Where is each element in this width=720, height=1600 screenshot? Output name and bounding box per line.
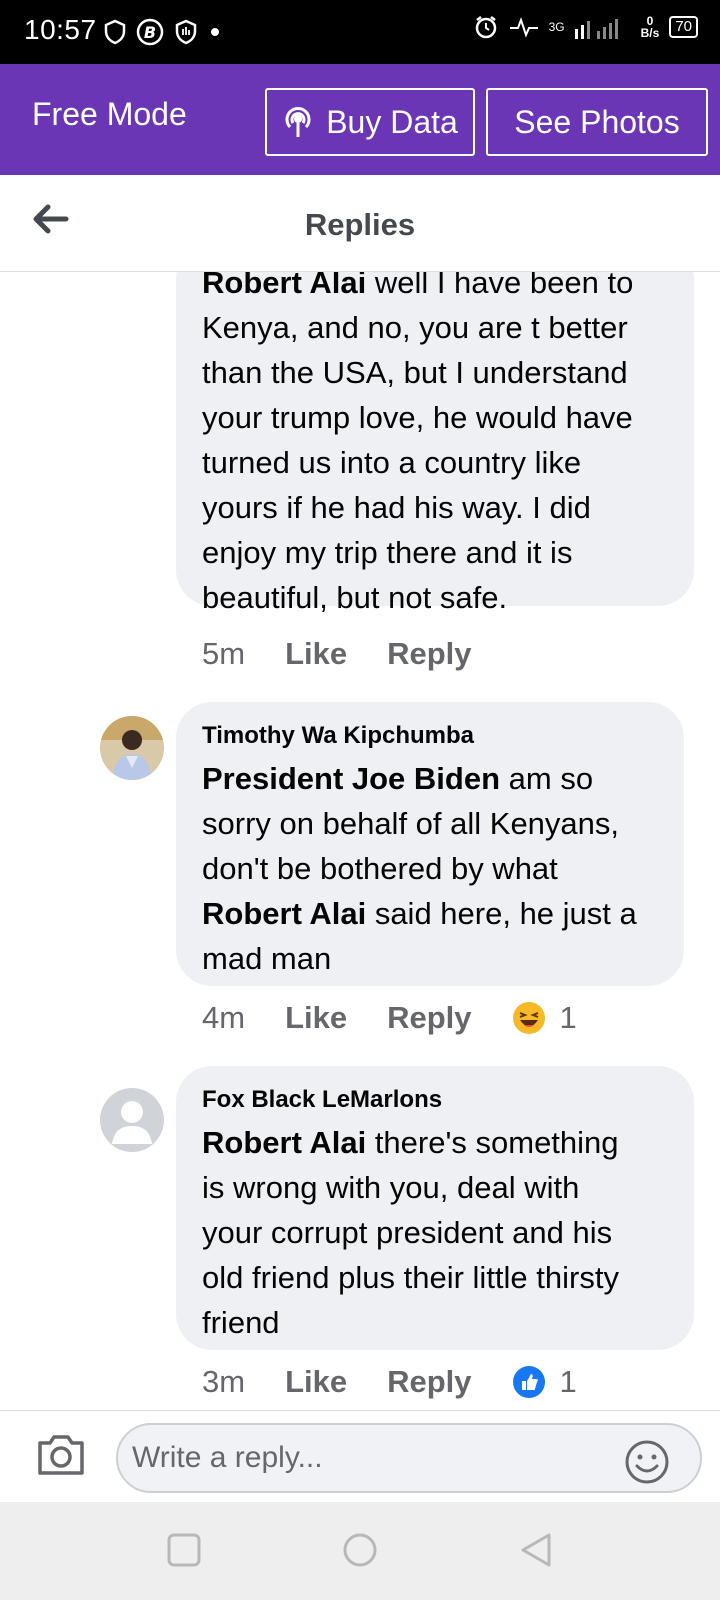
- comment-time: 3m: [202, 1364, 246, 1399]
- mention-link[interactable]: Robert Alai: [202, 1125, 366, 1160]
- comment-text: Robert Alai there's something is wrong w…: [202, 1125, 619, 1340]
- camera-icon[interactable]: [36, 1431, 86, 1477]
- comment-actions: 4m Like Reply 1: [202, 1000, 577, 1036]
- comment-bubble[interactable]: Fox Black LeMarlons Robert Alai there's …: [176, 1066, 694, 1350]
- reply-composer: Write a reply...: [0, 1410, 720, 1502]
- avatar[interactable]: [100, 1088, 164, 1152]
- like-button[interactable]: Like: [285, 1364, 347, 1400]
- see-photos-button[interactable]: See Photos: [486, 88, 708, 156]
- reaction-count: 1: [559, 1364, 577, 1399]
- comment-text: Robert Alai well I have been to Kenya, a…: [202, 272, 668, 620]
- comment-author[interactable]: Fox Black LeMarlons: [202, 1086, 668, 1114]
- like-button[interactable]: Like: [285, 636, 347, 672]
- network-type: 3G: [548, 20, 565, 34]
- status-time: 10:57: [24, 14, 97, 45]
- dot-icon: [211, 28, 219, 36]
- buy-data-label: Buy Data: [326, 103, 458, 140]
- buy-data-button[interactable]: Buy Data: [265, 88, 475, 156]
- like-reaction-icon: [512, 1366, 545, 1398]
- avatar[interactable]: [100, 716, 164, 780]
- signal-icon: [574, 19, 618, 39]
- comment-time: 5m: [202, 636, 246, 671]
- network-speed: 0 B/s: [641, 15, 660, 39]
- recent-apps-icon[interactable]: [166, 1532, 202, 1568]
- alarm-icon: [475, 16, 496, 39]
- mention-link[interactable]: President Joe Biden: [202, 761, 500, 796]
- comment-actions: 3m Like Reply 1: [202, 1364, 577, 1400]
- security-shield-icon: [175, 19, 197, 45]
- default-avatar-icon: [100, 1088, 164, 1152]
- status-system-icons: 3G 0 B/s 70: [473, 14, 698, 40]
- reaction-count: 1: [559, 1000, 577, 1035]
- status-notification-icons: B: [104, 18, 222, 46]
- free-mode-title: Free Mode: [32, 96, 187, 132]
- mention-link[interactable]: Robert Alai: [202, 272, 366, 300]
- page-title: Replies: [304, 207, 416, 242]
- broadcast-icon: [285, 107, 311, 137]
- comment-actions: 5m Like Reply: [202, 636, 512, 672]
- battery-indicator: 70: [669, 16, 698, 38]
- b-circle-icon: B: [136, 18, 164, 46]
- like-button[interactable]: Like: [285, 1000, 347, 1036]
- shield-icon: [104, 19, 126, 45]
- reply-button[interactable]: Reply: [387, 636, 471, 672]
- comment-text: President Joe Biden am so sorry on behal…: [202, 761, 637, 976]
- free-mode-bar: Free Mode Buy Data See Photos: [0, 64, 720, 175]
- reply-input[interactable]: Write a reply...: [116, 1423, 702, 1493]
- reaction-summary[interactable]: 1: [512, 1364, 577, 1400]
- svg-text:B: B: [144, 23, 156, 42]
- see-photos-label: See Photos: [514, 103, 680, 140]
- status-bar: 10:57 B 3G 0 B/s 70: [0, 0, 720, 64]
- haha-emoji-icon: [512, 1002, 545, 1034]
- back-icon[interactable]: [518, 1532, 554, 1568]
- mention-link[interactable]: Robert Alai: [202, 896, 366, 931]
- reply-button[interactable]: Reply: [387, 1364, 471, 1400]
- comment-bubble[interactable]: Timothy Wa Kipchumba President Joe Biden…: [176, 702, 684, 986]
- comment-author[interactable]: Timothy Wa Kipchumba: [202, 722, 658, 750]
- replies-header: Replies: [0, 175, 720, 272]
- reply-placeholder: Write a reply...: [132, 1441, 323, 1474]
- home-icon[interactable]: [342, 1532, 378, 1568]
- emoji-icon[interactable]: [624, 1439, 670, 1485]
- reaction-summary[interactable]: 1: [512, 1000, 577, 1036]
- system-nav-bar: [0, 1502, 720, 1600]
- speed-unit: B/s: [640, 26, 660, 40]
- reply-button[interactable]: Reply: [387, 1000, 471, 1036]
- comment-bubble[interactable]: Robert Alai well I have been to Kenya, a…: [176, 272, 694, 615]
- replies-feed[interactable]: Robert Alai well I have been to Kenya, a…: [0, 272, 720, 1410]
- activity-icon: [509, 17, 538, 38]
- comment-time: 4m: [202, 1000, 246, 1035]
- user-photo-icon: [100, 716, 164, 780]
